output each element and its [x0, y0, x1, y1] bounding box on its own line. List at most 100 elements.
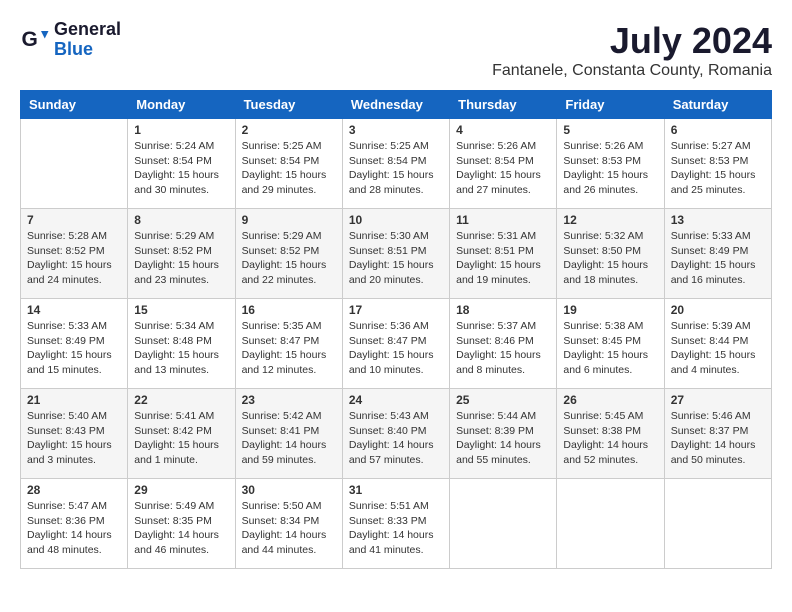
day-info: Sunrise: 5:24 AM Sunset: 8:54 PM Dayligh…	[134, 139, 228, 198]
calendar-cell: 10Sunrise: 5:30 AM Sunset: 8:51 PM Dayli…	[342, 209, 449, 299]
day-number: 31	[349, 483, 443, 497]
day-info: Sunrise: 5:29 AM Sunset: 8:52 PM Dayligh…	[242, 229, 336, 288]
day-info: Sunrise: 5:49 AM Sunset: 8:35 PM Dayligh…	[134, 499, 228, 558]
day-info: Sunrise: 5:26 AM Sunset: 8:54 PM Dayligh…	[456, 139, 550, 198]
calendar-cell: 23 Sunrise: 5:42 AM Sunset: 8:41 PM Dayli…	[235, 389, 342, 479]
day-info: Sunrise: 5:29 AM Sunset: 8:52 PM Dayligh…	[134, 229, 228, 288]
calendar-cell: 30Sunrise: 5:50 AM Sunset: 8:34 PM Dayli…	[235, 479, 342, 569]
calendar-cell: 6Sunrise: 5:27 AM Sunset: 8:53 PM Daylig…	[664, 119, 771, 209]
calendar-cell: 18 Sunrise: 5:37 AM Sunset: 8:46 PM Dayli…	[450, 299, 557, 389]
day-info: Sunrise: 5:41 AM Sunset: 8:42 PM Dayligh…	[134, 409, 228, 468]
day-number: 17	[349, 303, 443, 317]
calendar-cell: 28Sunrise: 5:47 AM Sunset: 8:36 PM Dayli…	[21, 479, 128, 569]
day-number: 26	[563, 393, 657, 407]
calendar-cell: 25 Sunrise: 5:44 AM Sunset: 8:39 PM Dayli…	[450, 389, 557, 479]
day-info: Sunrise: 5:33 AM Sunset: 8:49 PM Dayligh…	[671, 229, 765, 288]
calendar-cell: 20 Sunrise: 5:39 AM Sunset: 8:44 PM Dayli…	[664, 299, 771, 389]
week-row-2: 7 Sunrise: 5:28 AM Sunset: 8:52 PM Daylig…	[21, 209, 772, 299]
calendar-cell: 22Sunrise: 5:41 AM Sunset: 8:42 PM Dayli…	[128, 389, 235, 479]
day-number: 29	[134, 483, 228, 497]
weekday-header-saturday: Saturday	[664, 91, 771, 119]
day-number: 23	[242, 393, 336, 407]
weekday-header-thursday: Thursday	[450, 91, 557, 119]
day-info: Sunrise: 5:31 AM Sunset: 8:51 PM Dayligh…	[456, 229, 550, 288]
calendar-cell: 26 Sunrise: 5:45 AM Sunset: 8:38 PM Dayli…	[557, 389, 664, 479]
location-title: Fantanele, Constanta County, Romania	[492, 62, 772, 80]
calendar-cell: 11 Sunrise: 5:31 AM Sunset: 8:51 PM Dayli…	[450, 209, 557, 299]
day-number: 5	[563, 123, 657, 137]
day-number: 10	[349, 213, 443, 227]
logo-general: General	[54, 20, 121, 40]
calendar-cell: 17 Sunrise: 5:36 AM Sunset: 8:47 PM Dayli…	[342, 299, 449, 389]
svg-text:G: G	[22, 28, 38, 51]
weekday-header-tuesday: Tuesday	[235, 91, 342, 119]
day-info: Sunrise: 5:28 AM Sunset: 8:52 PM Dayligh…	[27, 229, 121, 288]
calendar-cell: 7 Sunrise: 5:28 AM Sunset: 8:52 PM Daylig…	[21, 209, 128, 299]
day-number: 11	[456, 213, 550, 227]
day-info: Sunrise: 5:51 AM Sunset: 8:33 PM Dayligh…	[349, 499, 443, 558]
day-info: Sunrise: 5:47 AM Sunset: 8:36 PM Dayligh…	[27, 499, 121, 558]
calendar-cell: 21Sunrise: 5:40 AM Sunset: 8:43 PM Dayli…	[21, 389, 128, 479]
calendar-cell: 2Sunrise: 5:25 AM Sunset: 8:54 PM Daylig…	[235, 119, 342, 209]
day-number: 4	[456, 123, 550, 137]
calendar-cell: 5Sunrise: 5:26 AM Sunset: 8:53 PM Daylig…	[557, 119, 664, 209]
calendar-cell: 29 Sunrise: 5:49 AM Sunset: 8:35 PM Dayli…	[128, 479, 235, 569]
day-info: Sunrise: 5:43 AM Sunset: 8:40 PM Dayligh…	[349, 409, 443, 468]
day-info: Sunrise: 5:38 AM Sunset: 8:45 PM Dayligh…	[563, 319, 657, 378]
weekday-header-friday: Friday	[557, 91, 664, 119]
calendar-cell: 4 Sunrise: 5:26 AM Sunset: 8:54 PM Daylig…	[450, 119, 557, 209]
day-info: Sunrise: 5:46 AM Sunset: 8:37 PM Dayligh…	[671, 409, 765, 468]
calendar-cell: 8 Sunrise: 5:29 AM Sunset: 8:52 PM Daylig…	[128, 209, 235, 299]
day-info: Sunrise: 5:39 AM Sunset: 8:44 PM Dayligh…	[671, 319, 765, 378]
title-area: July 2024 Fantanele, Constanta County, R…	[492, 20, 772, 80]
calendar-cell: 13Sunrise: 5:33 AM Sunset: 8:49 PM Dayli…	[664, 209, 771, 299]
day-number: 25	[456, 393, 550, 407]
day-number: 1	[134, 123, 228, 137]
day-info: Sunrise: 5:36 AM Sunset: 8:47 PM Dayligh…	[349, 319, 443, 378]
weekday-header-row: SundayMondayTuesdayWednesdayThursdayFrid…	[21, 91, 772, 119]
calendar-cell: 16Sunrise: 5:35 AM Sunset: 8:47 PM Dayli…	[235, 299, 342, 389]
day-number: 12	[563, 213, 657, 227]
calendar-cell	[450, 479, 557, 569]
calendar-cell	[664, 479, 771, 569]
week-row-1: 1 Sunrise: 5:24 AM Sunset: 8:54 PM Daylig…	[21, 119, 772, 209]
day-number: 9	[242, 213, 336, 227]
calendar-table: SundayMondayTuesdayWednesdayThursdayFrid…	[20, 90, 772, 569]
calendar-cell: 15 Sunrise: 5:34 AM Sunset: 8:48 PM Dayli…	[128, 299, 235, 389]
calendar-cell: 1 Sunrise: 5:24 AM Sunset: 8:54 PM Daylig…	[128, 119, 235, 209]
day-info: Sunrise: 5:42 AM Sunset: 8:41 PM Dayligh…	[242, 409, 336, 468]
weekday-header-sunday: Sunday	[21, 91, 128, 119]
day-number: 7	[27, 213, 121, 227]
page-header: G General Blue July 2024 Fantanele, Cons…	[20, 20, 772, 80]
day-info: Sunrise: 5:40 AM Sunset: 8:43 PM Dayligh…	[27, 409, 121, 468]
day-number: 20	[671, 303, 765, 317]
day-info: Sunrise: 5:37 AM Sunset: 8:46 PM Dayligh…	[456, 319, 550, 378]
week-row-4: 21Sunrise: 5:40 AM Sunset: 8:43 PM Dayli…	[21, 389, 772, 479]
day-number: 19	[563, 303, 657, 317]
month-title: July 2024	[492, 20, 772, 62]
day-info: Sunrise: 5:33 AM Sunset: 8:49 PM Dayligh…	[27, 319, 121, 378]
day-info: Sunrise: 5:50 AM Sunset: 8:34 PM Dayligh…	[242, 499, 336, 558]
day-number: 8	[134, 213, 228, 227]
week-row-3: 14Sunrise: 5:33 AM Sunset: 8:49 PM Dayli…	[21, 299, 772, 389]
day-info: Sunrise: 5:45 AM Sunset: 8:38 PM Dayligh…	[563, 409, 657, 468]
day-info: Sunrise: 5:34 AM Sunset: 8:48 PM Dayligh…	[134, 319, 228, 378]
calendar-cell	[21, 119, 128, 209]
weekday-header-wednesday: Wednesday	[342, 91, 449, 119]
calendar-cell: 14Sunrise: 5:33 AM Sunset: 8:49 PM Dayli…	[21, 299, 128, 389]
logo-blue: Blue	[54, 40, 121, 60]
day-number: 3	[349, 123, 443, 137]
calendar-cell: 27Sunrise: 5:46 AM Sunset: 8:37 PM Dayli…	[664, 389, 771, 479]
day-info: Sunrise: 5:32 AM Sunset: 8:50 PM Dayligh…	[563, 229, 657, 288]
calendar-cell: 31 Sunrise: 5:51 AM Sunset: 8:33 PM Dayli…	[342, 479, 449, 569]
day-number: 18	[456, 303, 550, 317]
day-number: 2	[242, 123, 336, 137]
calendar-cell: 19 Sunrise: 5:38 AM Sunset: 8:45 PM Dayli…	[557, 299, 664, 389]
day-info: Sunrise: 5:44 AM Sunset: 8:39 PM Dayligh…	[456, 409, 550, 468]
day-number: 24	[349, 393, 443, 407]
weekday-header-monday: Monday	[128, 91, 235, 119]
calendar-cell: 24 Sunrise: 5:43 AM Sunset: 8:40 PM Dayli…	[342, 389, 449, 479]
calendar-cell: 3Sunrise: 5:25 AM Sunset: 8:54 PM Daylig…	[342, 119, 449, 209]
day-number: 15	[134, 303, 228, 317]
day-info: Sunrise: 5:27 AM Sunset: 8:53 PM Dayligh…	[671, 139, 765, 198]
